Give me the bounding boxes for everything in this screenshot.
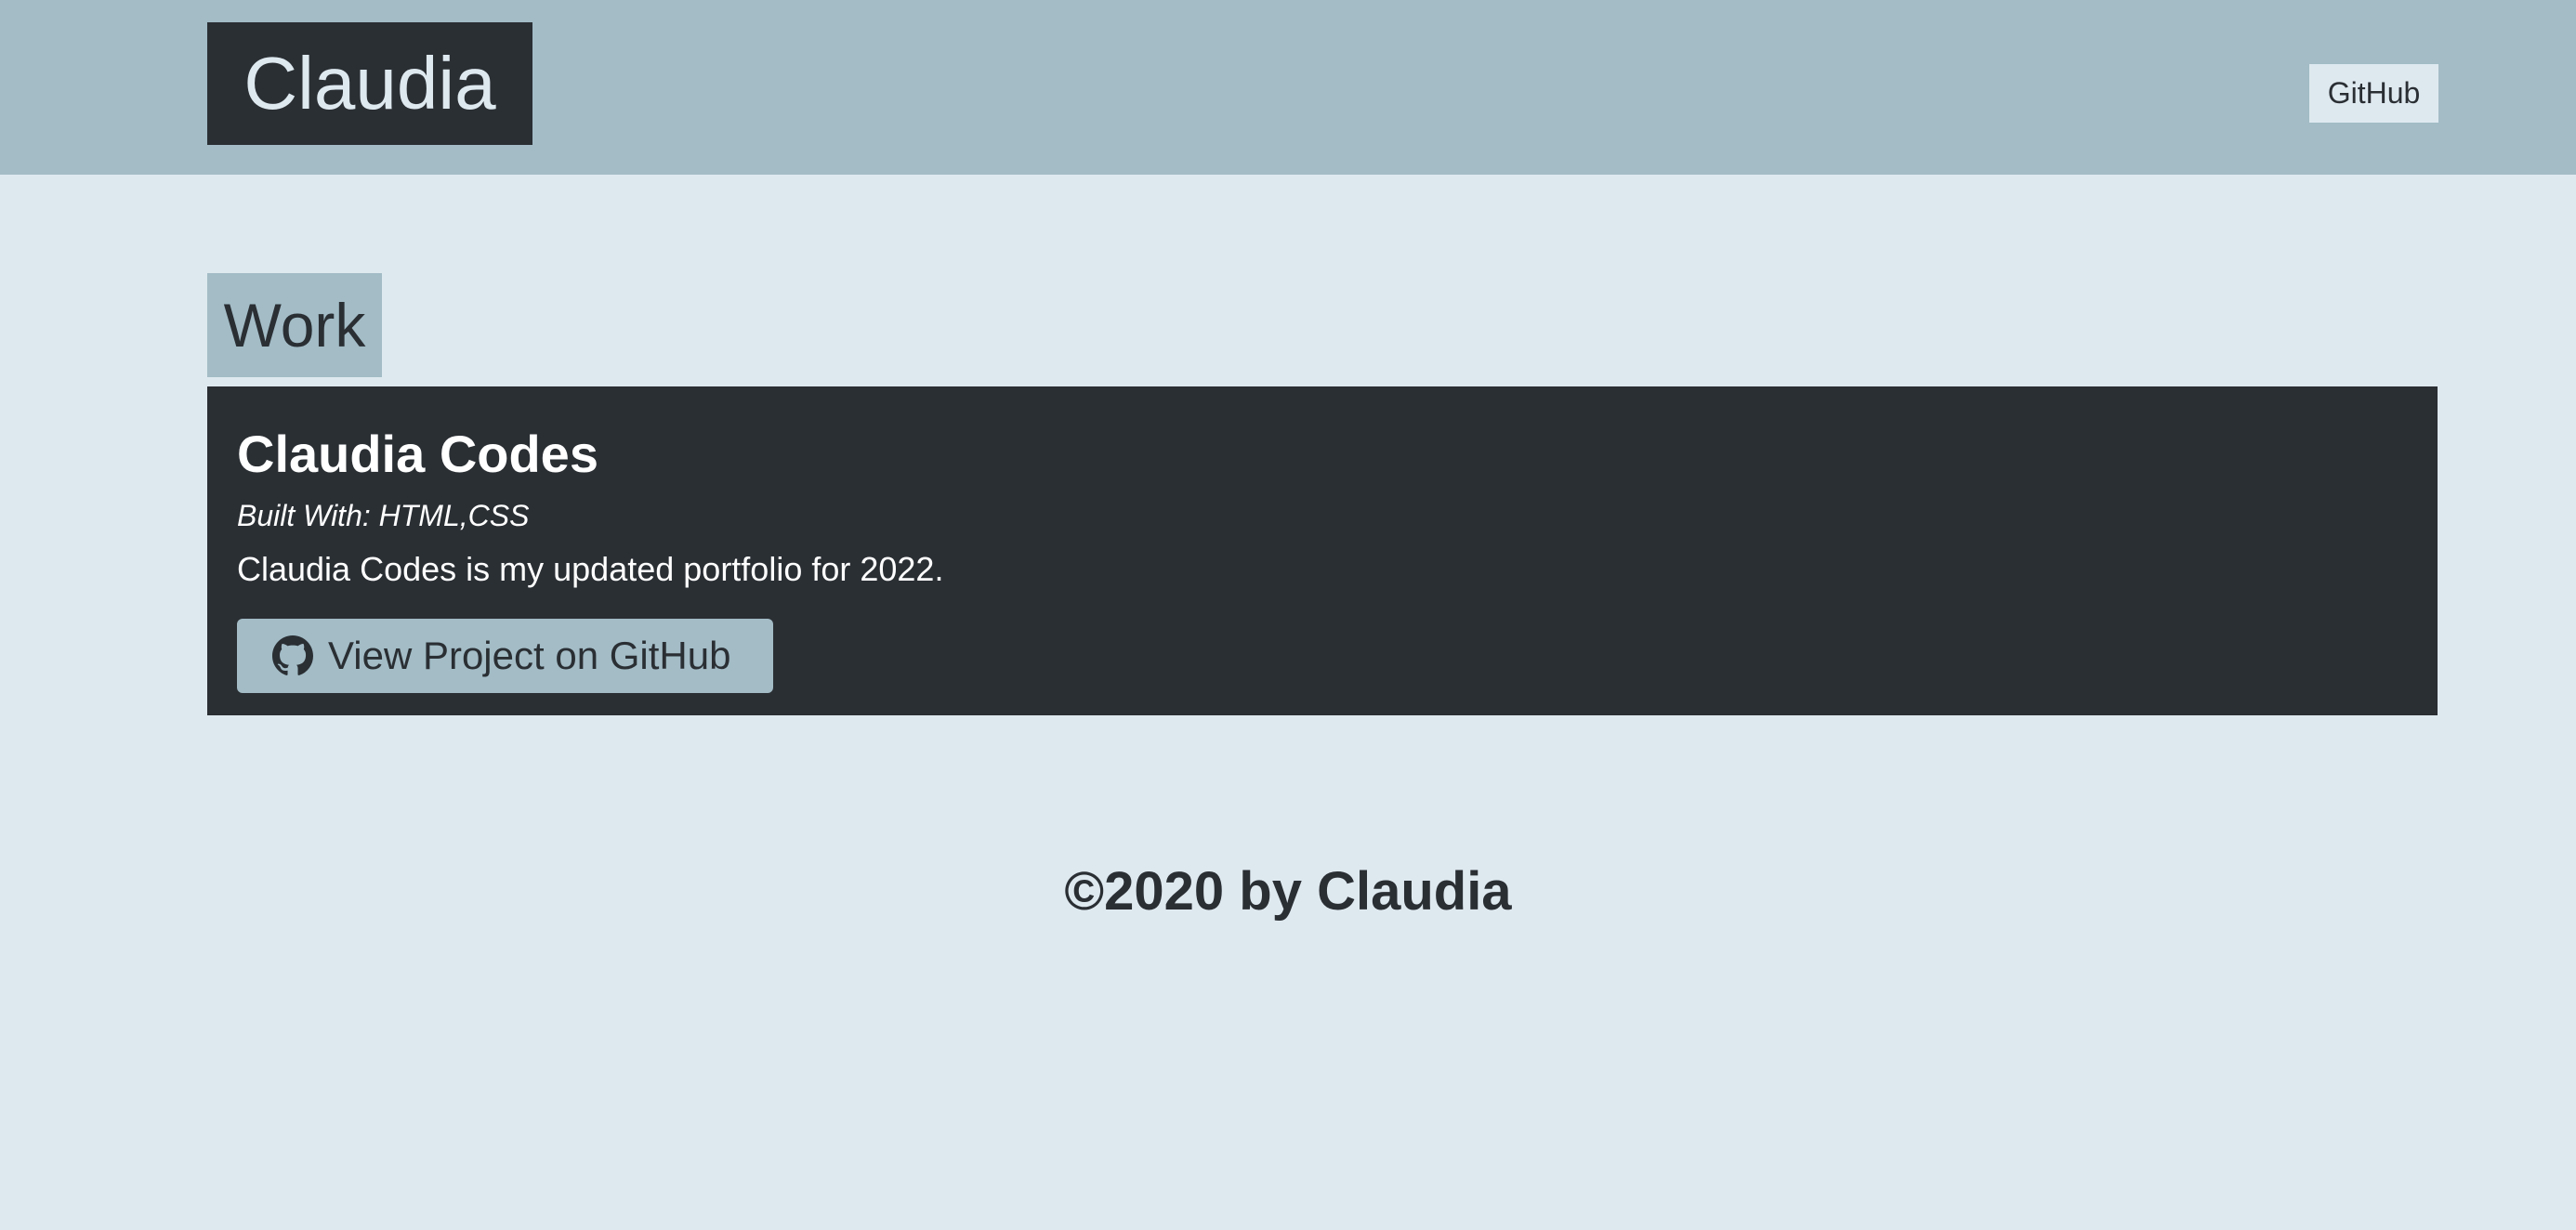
work-section-title: Work xyxy=(207,273,382,377)
top-nav-bar: Claudia GitHub xyxy=(0,0,2576,175)
project-title: Claudia Codes xyxy=(237,425,598,483)
project-built-with: Built With: HTML,CSS xyxy=(237,499,530,532)
site-brand-logo[interactable]: Claudia xyxy=(207,22,532,145)
project-card: Claudia Codes Built With: HTML,CSS Claud… xyxy=(207,386,2438,715)
view-project-button-label: View Project on GitHub xyxy=(328,634,731,677)
footer-copyright: ©2020 by Claudia xyxy=(1064,861,1512,922)
view-project-github-button[interactable]: View Project on GitHub xyxy=(237,619,773,693)
nav-github-link[interactable]: GitHub xyxy=(2309,64,2438,123)
project-description: Claudia Codes is my updated portfolio fo… xyxy=(237,550,944,588)
github-icon xyxy=(272,635,313,676)
